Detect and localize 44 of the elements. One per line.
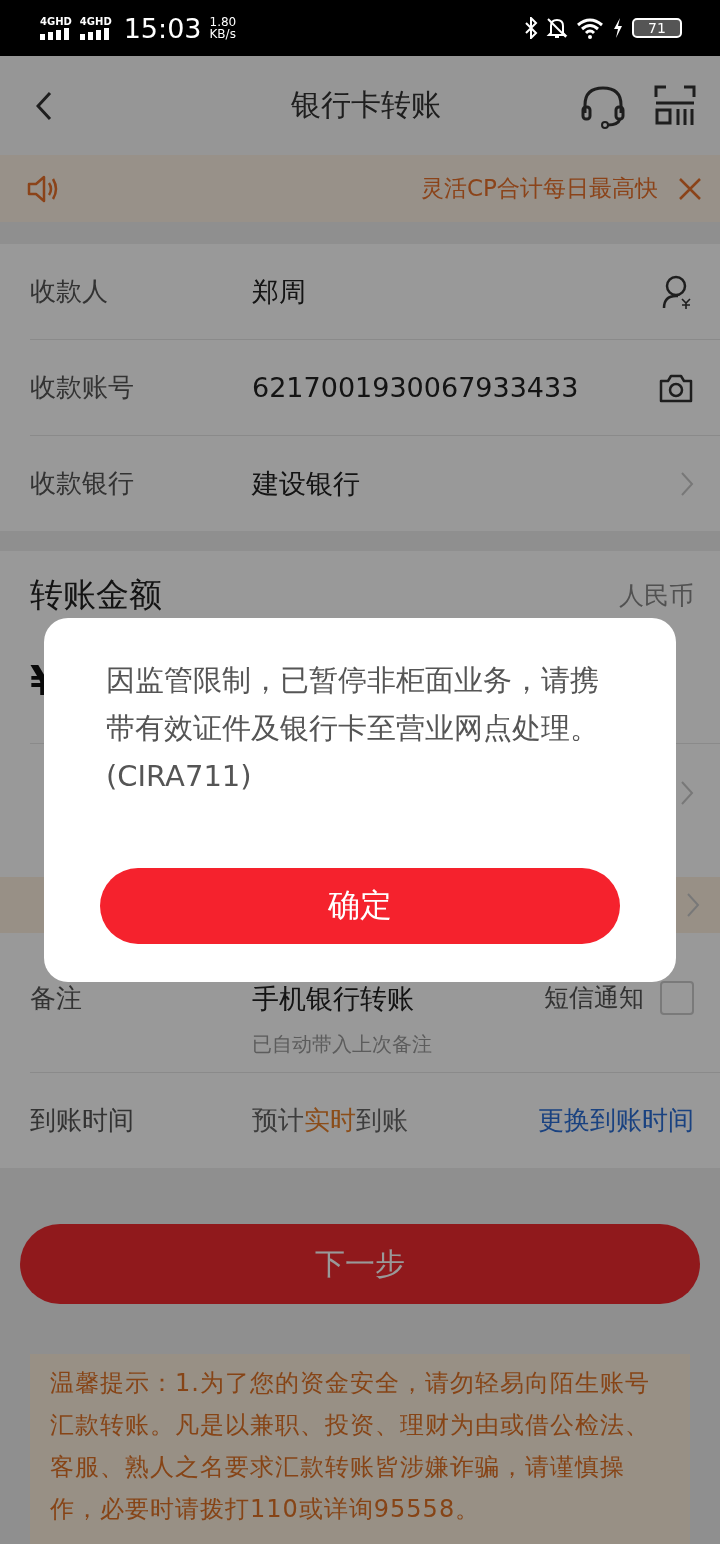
- sms-label: 短信通知: [544, 982, 644, 1014]
- currency-label: 人民币: [619, 580, 694, 612]
- signal-icon: [79, 27, 110, 40]
- battery-indicator: 71: [632, 18, 682, 38]
- network-label: 4GHD: [40, 16, 72, 27]
- scan-button[interactable]: [654, 84, 696, 127]
- change-time-link[interactable]: 更换到账时间: [538, 1103, 694, 1138]
- back-icon: [36, 90, 52, 121]
- clock: 15:03: [123, 12, 202, 44]
- field-value: 6217001930067933433: [252, 372, 580, 403]
- scan-icon: [654, 84, 696, 127]
- chevron-icon: [686, 892, 700, 918]
- field-label: 收款账号: [30, 371, 135, 404]
- section-title: 转账金额: [30, 574, 162, 616]
- notice-text: 灵活CP合计每日最高快: [421, 174, 658, 203]
- tips-text: 温馨提示：1.为了您的资金安全，请勿轻易向陌生账号汇款转账。凡是以兼职、投资、理财为由或借公检法、客服、熟人之名要求汇款转账皆涉嫌诈骗，请谨慎操作，必要时请拨打110或详询95558。: [50, 1368, 651, 1525]
- chevron-icon: [680, 780, 694, 806]
- chevron-icon: [680, 470, 694, 497]
- contact-button[interactable]: [662, 273, 694, 310]
- arrival-estimate: 预计实时到账: [252, 1104, 409, 1137]
- bell-off-icon: [546, 17, 568, 39]
- speed-value: 1.80: [209, 16, 237, 28]
- field-hint: 已自动带入上次备注: [252, 1031, 433, 1058]
- network-label: 4GHD: [79, 16, 112, 27]
- page-title: 银行卡转账: [291, 86, 441, 124]
- field-value: 郑周: [252, 274, 307, 309]
- field-value: 建设银行: [252, 466, 361, 501]
- dialog-message: 因监管限制，已暂停非柜面业务，请携带有效证件及银行卡至营业网点处理。(CIRA711): [106, 662, 600, 795]
- field-label: 到账时间: [30, 1104, 135, 1137]
- wifi-icon: [576, 17, 604, 39]
- signal-icon: [40, 27, 70, 40]
- bluetooth-icon: [524, 17, 538, 39]
- field-label: 收款人: [30, 275, 109, 308]
- next-step-button[interactable]: 下一步: [20, 1224, 700, 1304]
- sms-checkbox[interactable]: [660, 981, 694, 1015]
- speed-unit: KB/s: [209, 28, 237, 40]
- field-value: 手机银行转账: [252, 982, 415, 1016]
- back-button[interactable]: [36, 90, 52, 121]
- confirm-button[interactable]: 确定: [100, 868, 620, 944]
- close-icon: [678, 176, 702, 201]
- field-label: 收款银行: [30, 467, 135, 500]
- contact-icon: [662, 273, 694, 310]
- charging-icon: [612, 17, 624, 39]
- field-label: 备注: [30, 982, 83, 1015]
